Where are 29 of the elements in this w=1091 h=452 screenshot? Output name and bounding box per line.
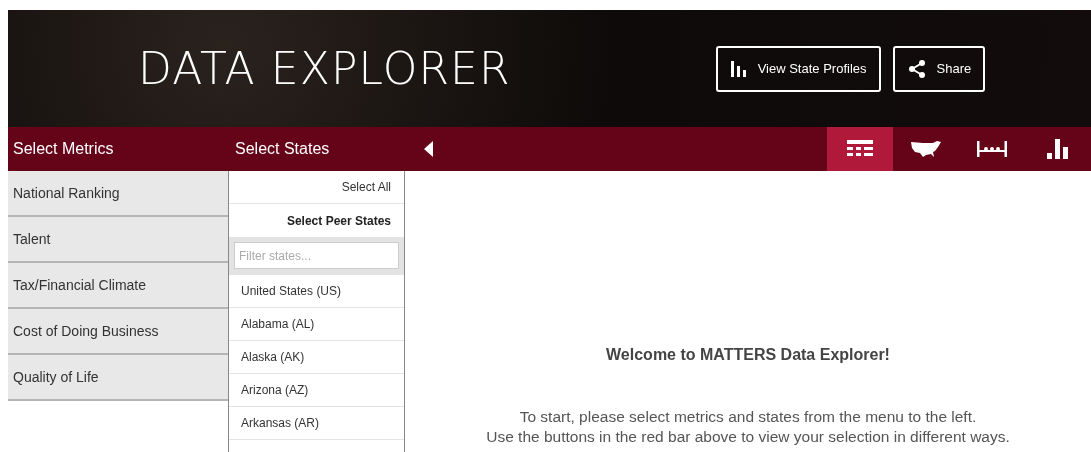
state-item[interactable]: Alaska (AK)	[229, 341, 404, 374]
state-item[interactable]: Arizona (AZ)	[229, 374, 404, 407]
page-title: DATA EXPLORER	[138, 46, 511, 91]
metric-item[interactable]: National Ranking	[8, 171, 228, 217]
state-item[interactable]: United States (US)	[229, 275, 404, 308]
metrics-heading: Select Metrics	[12, 139, 115, 159]
state-item[interactable]: Alabama (AL)	[229, 308, 404, 341]
bar-chart-icon	[729, 59, 748, 78]
map-icon	[911, 140, 941, 158]
select-all-link[interactable]: Select All	[229, 171, 404, 204]
share-button[interactable]: Share	[892, 45, 986, 92]
instruction-text: To start, please select metrics and states from the menu to the left.	[519, 407, 977, 427]
range-icon	[977, 141, 1007, 157]
metric-item[interactable]: Talent	[8, 217, 228, 263]
states-heading: Select States	[234, 139, 331, 159]
metric-item[interactable]: Cost of Doing Business	[8, 309, 228, 355]
metric-item[interactable]: Quality of Life	[8, 355, 228, 401]
bar-chart-icon	[1047, 139, 1069, 159]
table-icon	[847, 140, 873, 158]
view-tab[interactable]	[827, 127, 893, 171]
profiles-button[interactable]: View State Profiles	[715, 45, 881, 92]
filter-field[interactable]: Filter states...	[234, 242, 399, 269]
select-peers-link[interactable]: Select Peer States	[229, 204, 404, 237]
instruction-text: Use the buttons in the red bar above to view your selection in different ways.	[486, 427, 1010, 447]
collapse-icon[interactable]	[424, 141, 433, 157]
welcome-heading: Welcome to MATTERS Data Explorer!	[606, 345, 890, 365]
share-icon	[906, 58, 927, 79]
state-item[interactable]: Arkansas (AR)	[229, 407, 404, 440]
metric-item[interactable]: Tax/Financial Climate	[8, 263, 228, 309]
